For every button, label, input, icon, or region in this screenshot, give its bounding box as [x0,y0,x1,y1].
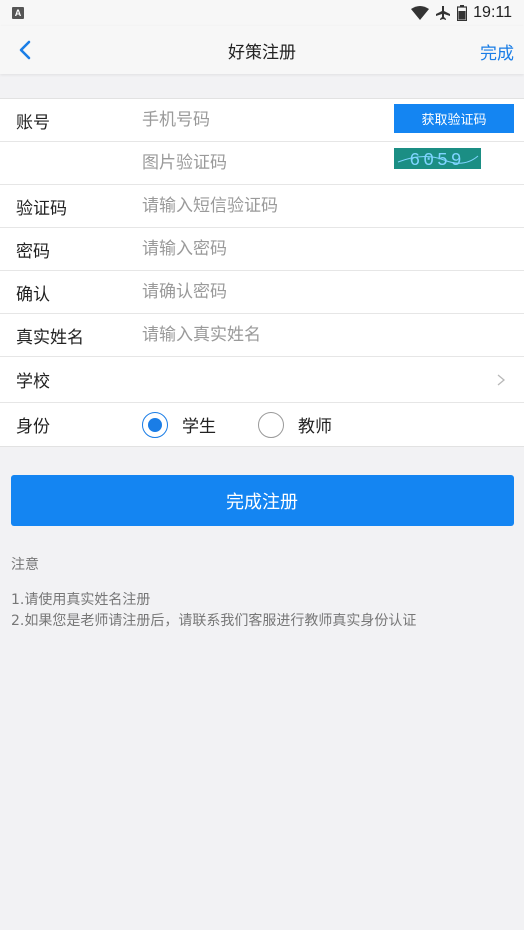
notes-section: 注意 1.请使用真实姓名注册 2.如果您是老师请注册后，请联系我们客服进行教师真… [0,526,524,632]
radio-checked-icon [142,411,168,438]
back-chevron-icon[interactable] [14,38,38,62]
status-icons: 19:11 [411,4,512,22]
battery-icon [457,5,468,21]
confirm-row: 确认 [0,271,524,314]
captcha-image[interactable]: 6059 [394,148,481,169]
complete-registration-button[interactable]: 完成注册 [10,475,514,526]
student-radio[interactable]: 学生 [142,403,216,446]
done-button[interactable]: 完成 [480,39,514,64]
verify-code-input[interactable] [142,185,524,227]
verify-code-row: 验证码 [0,185,524,228]
get-sms-code-button[interactable]: 获取验证码 [394,104,514,133]
chevron-right-icon [497,374,506,386]
school-value [142,357,524,402]
password-input[interactable] [142,228,524,270]
radio-unchecked-icon [258,411,284,438]
confirm-label: 确认 [16,284,50,305]
page-title: 好策注册 [228,42,296,63]
identity-row: 身份 学生 教师 [0,403,524,446]
captcha-row: 6059 [0,142,524,185]
account-row: 账号 获取验证码 [0,99,524,142]
student-radio-label: 学生 [182,417,216,437]
school-row[interactable]: 学校 [0,357,524,403]
verify-code-label: 验证码 [16,198,67,219]
confirm-password-input[interactable] [142,271,524,313]
password-label: 密码 [16,241,50,262]
airplane-icon [436,6,451,20]
school-label: 学校 [16,372,50,392]
password-row: 密码 [0,228,524,271]
notes-line: 2.如果您是老师请注册后，请联系我们客服进行教师真实身份认证 [11,613,417,629]
account-label: 账号 [16,112,50,133]
teacher-radio-label: 教师 [298,417,332,437]
notes-title: 注意 [11,557,39,573]
identity-radio-group: 学生 教师 [142,403,524,446]
identity-label: 身份 [16,417,50,437]
real-name-input[interactable] [142,314,524,356]
real-name-row: 真实姓名 [0,314,524,357]
navigation-bar: 好策注册 完成 [0,26,524,74]
real-name-label: 真实姓名 [16,327,84,348]
notes-line: 1.请使用真实姓名注册 [11,592,151,608]
teacher-radio[interactable]: 教师 [258,403,332,446]
captcha-text: 6059 [409,151,464,169]
status-bar: A 19:11 [0,0,524,26]
app-notification-icon: A [12,7,24,19]
clock: 19:11 [473,4,512,21]
registration-form: 账号 获取验证码 6059 验证码 密码 确认 真实姓名 学校 身份 [0,98,524,447]
wifi-icon [411,6,430,20]
